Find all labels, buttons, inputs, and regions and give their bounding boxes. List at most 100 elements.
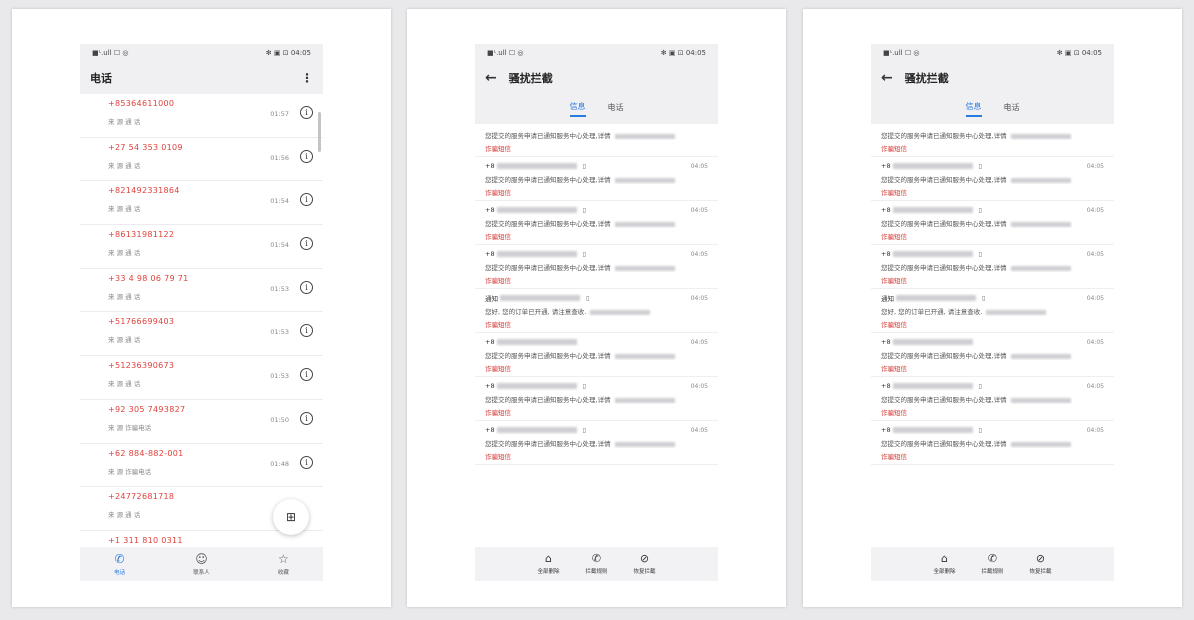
- message-row[interactable]: +8 ▯ 04:05 您提交的服务申请已通知服务中心处理,详情 诈骗短信: [475, 377, 718, 421]
- info-icon[interactable]: i: [300, 280, 313, 294]
- info-icon[interactable]: i: [300, 149, 313, 163]
- message-preview: 您提交的服务申请已通知服务中心处理,详情: [881, 394, 1104, 404]
- action-button-0[interactable]: ⌂ 全部删除: [537, 553, 559, 576]
- title-bar: ← 骚扰拦截: [475, 62, 718, 94]
- call-time: 01:53: [270, 284, 289, 293]
- message-row[interactable]: +8 04:05 您提交的服务申请已通知服务中心处理,详情 诈骗短信: [475, 333, 718, 377]
- message-row[interactable]: 您提交的服务申请已通知服务中心处理,详情 诈骗短信: [871, 126, 1114, 157]
- redacted-sender: [496, 427, 577, 433]
- message-text: 您提交的服务申请已通知服务中心处理,详情: [881, 264, 1007, 272]
- redacted-sender: [496, 383, 577, 389]
- redacted-sender: [496, 163, 577, 169]
- call-time: 01:53: [270, 372, 289, 381]
- tab-0[interactable]: 信息: [569, 101, 586, 117]
- message-text: 您提交的服务申请已通知服务中心处理,详情: [485, 176, 611, 184]
- message-row[interactable]: +8 04:05 您提交的服务申请已通知服务中心处理,详情 诈骗短信: [871, 333, 1114, 377]
- message-text: 您好, 您的订单已开通, 请注意查收.: [881, 308, 983, 316]
- action-button-1[interactable]: ✆ 拦截规则: [585, 552, 607, 576]
- redacted-text: [614, 133, 675, 139]
- message-text: 您提交的服务申请已通知服务中心处理,详情: [485, 264, 611, 272]
- tab-1[interactable]: 电话: [608, 102, 624, 116]
- spam-tag: 诈骗短信: [485, 189, 511, 197]
- message-time: 04:05: [690, 382, 708, 390]
- tab-0[interactable]: 信息: [965, 101, 982, 117]
- call-row[interactable]: +821492331864 来 源 通 话 01:54 i: [80, 181, 323, 226]
- call-row[interactable]: +85364611000 来 源 通 话 01:57 i: [80, 94, 323, 138]
- message-row[interactable]: 您提交的服务申请已通知服务中心处理,详情 诈骗短信: [475, 126, 718, 157]
- action-button-1[interactable]: ✆ 拦截规则: [981, 553, 1004, 576]
- info-icon[interactable]: i: [300, 237, 313, 251]
- message-header: +8 ▯ 04:05: [485, 249, 708, 259]
- message-row[interactable]: +8 ▯ 04:05 您提交的服务申请已通知服务中心处理,详情 诈骗短信: [475, 157, 718, 201]
- sim-icon: ▯: [978, 382, 982, 390]
- info-icon[interactable]: i: [300, 455, 313, 469]
- message-header: +8 ▯ 04:05: [881, 425, 1104, 435]
- page-title: 骚扰拦截: [904, 72, 949, 85]
- call-number: +85364611000: [108, 99, 175, 108]
- call-row[interactable]: +92 305 7493827 来 源 诈骗电话 01:50 i: [80, 400, 323, 444]
- page-title: 电话: [90, 72, 112, 85]
- message-row[interactable]: +8 ▯ 04:05 您提交的服务申请已通知服务中心处理,详情 诈骗短信: [871, 421, 1114, 465]
- message-preview: 您提交的服务申请已通知服务中心处理,详情: [485, 262, 708, 272]
- phone-calls-screen: ■ᴸ.ull ☐ ◎ ✻ ▣ ⊡ 04:05 电话 ⋮ +85364611000…: [80, 44, 323, 581]
- call-row[interactable]: +86131981122 来 源 通 话 01:54 i: [80, 225, 323, 269]
- call-row[interactable]: +51766699403 来 源 通 话 01:53 i: [80, 312, 323, 357]
- message-text: 您提交的服务申请已通知服务中心处理,详情: [485, 352, 611, 360]
- call-row[interactable]: +62 884-882-001 来 源 诈骗电话 01:48 i: [80, 444, 323, 488]
- message-sender: +8: [485, 338, 495, 346]
- status-left: ■ᴸ.ull ☐ ◎: [92, 49, 129, 57]
- redacted-text: [614, 221, 675, 227]
- message-row[interactable]: +8 ▯ 04:05 您提交的服务申请已通知服务中心处理,详情 诈骗短信: [871, 201, 1114, 245]
- message-row[interactable]: +8 ▯ 04:05 您提交的服务申请已通知服务中心处理,详情 诈骗短信: [871, 157, 1114, 201]
- info-icon[interactable]: i: [300, 106, 313, 119]
- action-label: 拦截规则: [981, 569, 1004, 575]
- more-icon[interactable]: ⋮: [301, 71, 313, 85]
- redacted-text: [1010, 133, 1071, 139]
- back-arrow-icon[interactable]: ←: [485, 70, 497, 86]
- message-header: +8 04:05: [881, 337, 1104, 347]
- message-header: +8 ▯ 04:05: [881, 205, 1104, 215]
- message-list: 您提交的服务申请已通知服务中心处理,详情 诈骗短信 +8 ▯ 04:05 您提交的服务申…: [475, 126, 718, 547]
- dialpad-button[interactable]: ⊞: [273, 499, 309, 535]
- phone-intercept-screen: ■ᴸ.ull ☐ ◎ ✻ ▣ ⊡ 04:05 ← 骚扰拦截 信息 电话 您提交的服务申请已通…: [871, 44, 1114, 581]
- call-row[interactable]: +27 54 353 0109 来 源 通 话 01:56 i: [80, 138, 323, 182]
- redacted-text: [614, 397, 675, 403]
- action-button-2[interactable]: ⊘ 恢复拦截: [1029, 553, 1052, 576]
- message-time: 04:05: [690, 162, 708, 170]
- screenshot-card-intercept-2: ■ᴸ.ull ☐ ◎ ✻ ▣ ⊡ 04:05 ← 骚扰拦截 信息 电话 您提交的服务申请已通…: [803, 9, 1182, 607]
- message-sender: 通知: [485, 295, 498, 303]
- back-arrow-icon[interactable]: ←: [881, 70, 893, 86]
- call-number: +33 4 98 06 79 71: [108, 273, 189, 283]
- nav-item-1[interactable]: ☺ 联系人: [193, 552, 210, 576]
- spam-tag: 诈骗短信: [485, 321, 511, 329]
- message-row[interactable]: +8 ▯ 04:05 您提交的服务申请已通知服务中心处理,详情 诈骗短信: [871, 377, 1114, 421]
- sim-icon: ▯: [978, 426, 982, 434]
- scrollbar[interactable]: [318, 112, 321, 152]
- action-button-2[interactable]: ⊘ 恢复拦截: [634, 553, 656, 576]
- message-row[interactable]: +8 ▯ 04:05 您提交的服务申请已通知服务中心处理,详情 诈骗短信: [871, 245, 1114, 289]
- nav-item-2[interactable]: ☆ 收藏: [278, 552, 289, 576]
- action-button-0[interactable]: ⌂ 全部删除: [933, 553, 955, 576]
- message-preview: 您提交的服务申请已通知服务中心处理,详情: [485, 174, 708, 184]
- message-header: +8 ▯ 04:05: [485, 205, 708, 215]
- redacted-text: [1010, 397, 1071, 403]
- message-row[interactable]: 通知 ▯ 04:05 您好, 您的订单已开通, 请注意查收. 诈骗短信: [871, 289, 1114, 333]
- call-row[interactable]: +33 4 98 06 79 71 来 源 通 话 01:53 i: [80, 269, 323, 313]
- sim-icon: ▯: [582, 382, 586, 390]
- action-label: 恢复拦截: [1029, 569, 1052, 575]
- message-row[interactable]: +8 ▯ 04:05 您提交的服务申请已通知服务中心处理,详情 诈骗短信: [475, 201, 718, 245]
- action-icon: ✆: [591, 552, 602, 565]
- redacted-sender: [892, 251, 973, 257]
- message-row[interactable]: +8 ▯ 04:05 您提交的服务申请已通知服务中心处理,详情 诈骗短信: [475, 245, 718, 289]
- call-number: +86131981122: [108, 230, 175, 240]
- redacted-text: [1010, 177, 1071, 183]
- tab-1[interactable]: 电话: [1004, 102, 1020, 116]
- info-icon[interactable]: i: [300, 411, 313, 425]
- message-row[interactable]: 通知 ▯ 04:05 您好, 您的订单已开通, 请注意查收. 诈骗短信: [475, 289, 718, 333]
- status-right: ✻ ▣ ⊡ 04:05: [660, 49, 706, 57]
- nav-item-0[interactable]: ✆ 电话: [114, 552, 125, 576]
- redacted-sender: [892, 427, 973, 433]
- message-text: 您提交的服务申请已通知服务中心处理,详情: [485, 440, 611, 448]
- message-row[interactable]: +8 ▯ 04:05 您提交的服务申请已通知服务中心处理,详情 诈骗短信: [475, 421, 718, 465]
- call-row[interactable]: +51236390673 来 源 通 话 01:53 i: [80, 356, 323, 400]
